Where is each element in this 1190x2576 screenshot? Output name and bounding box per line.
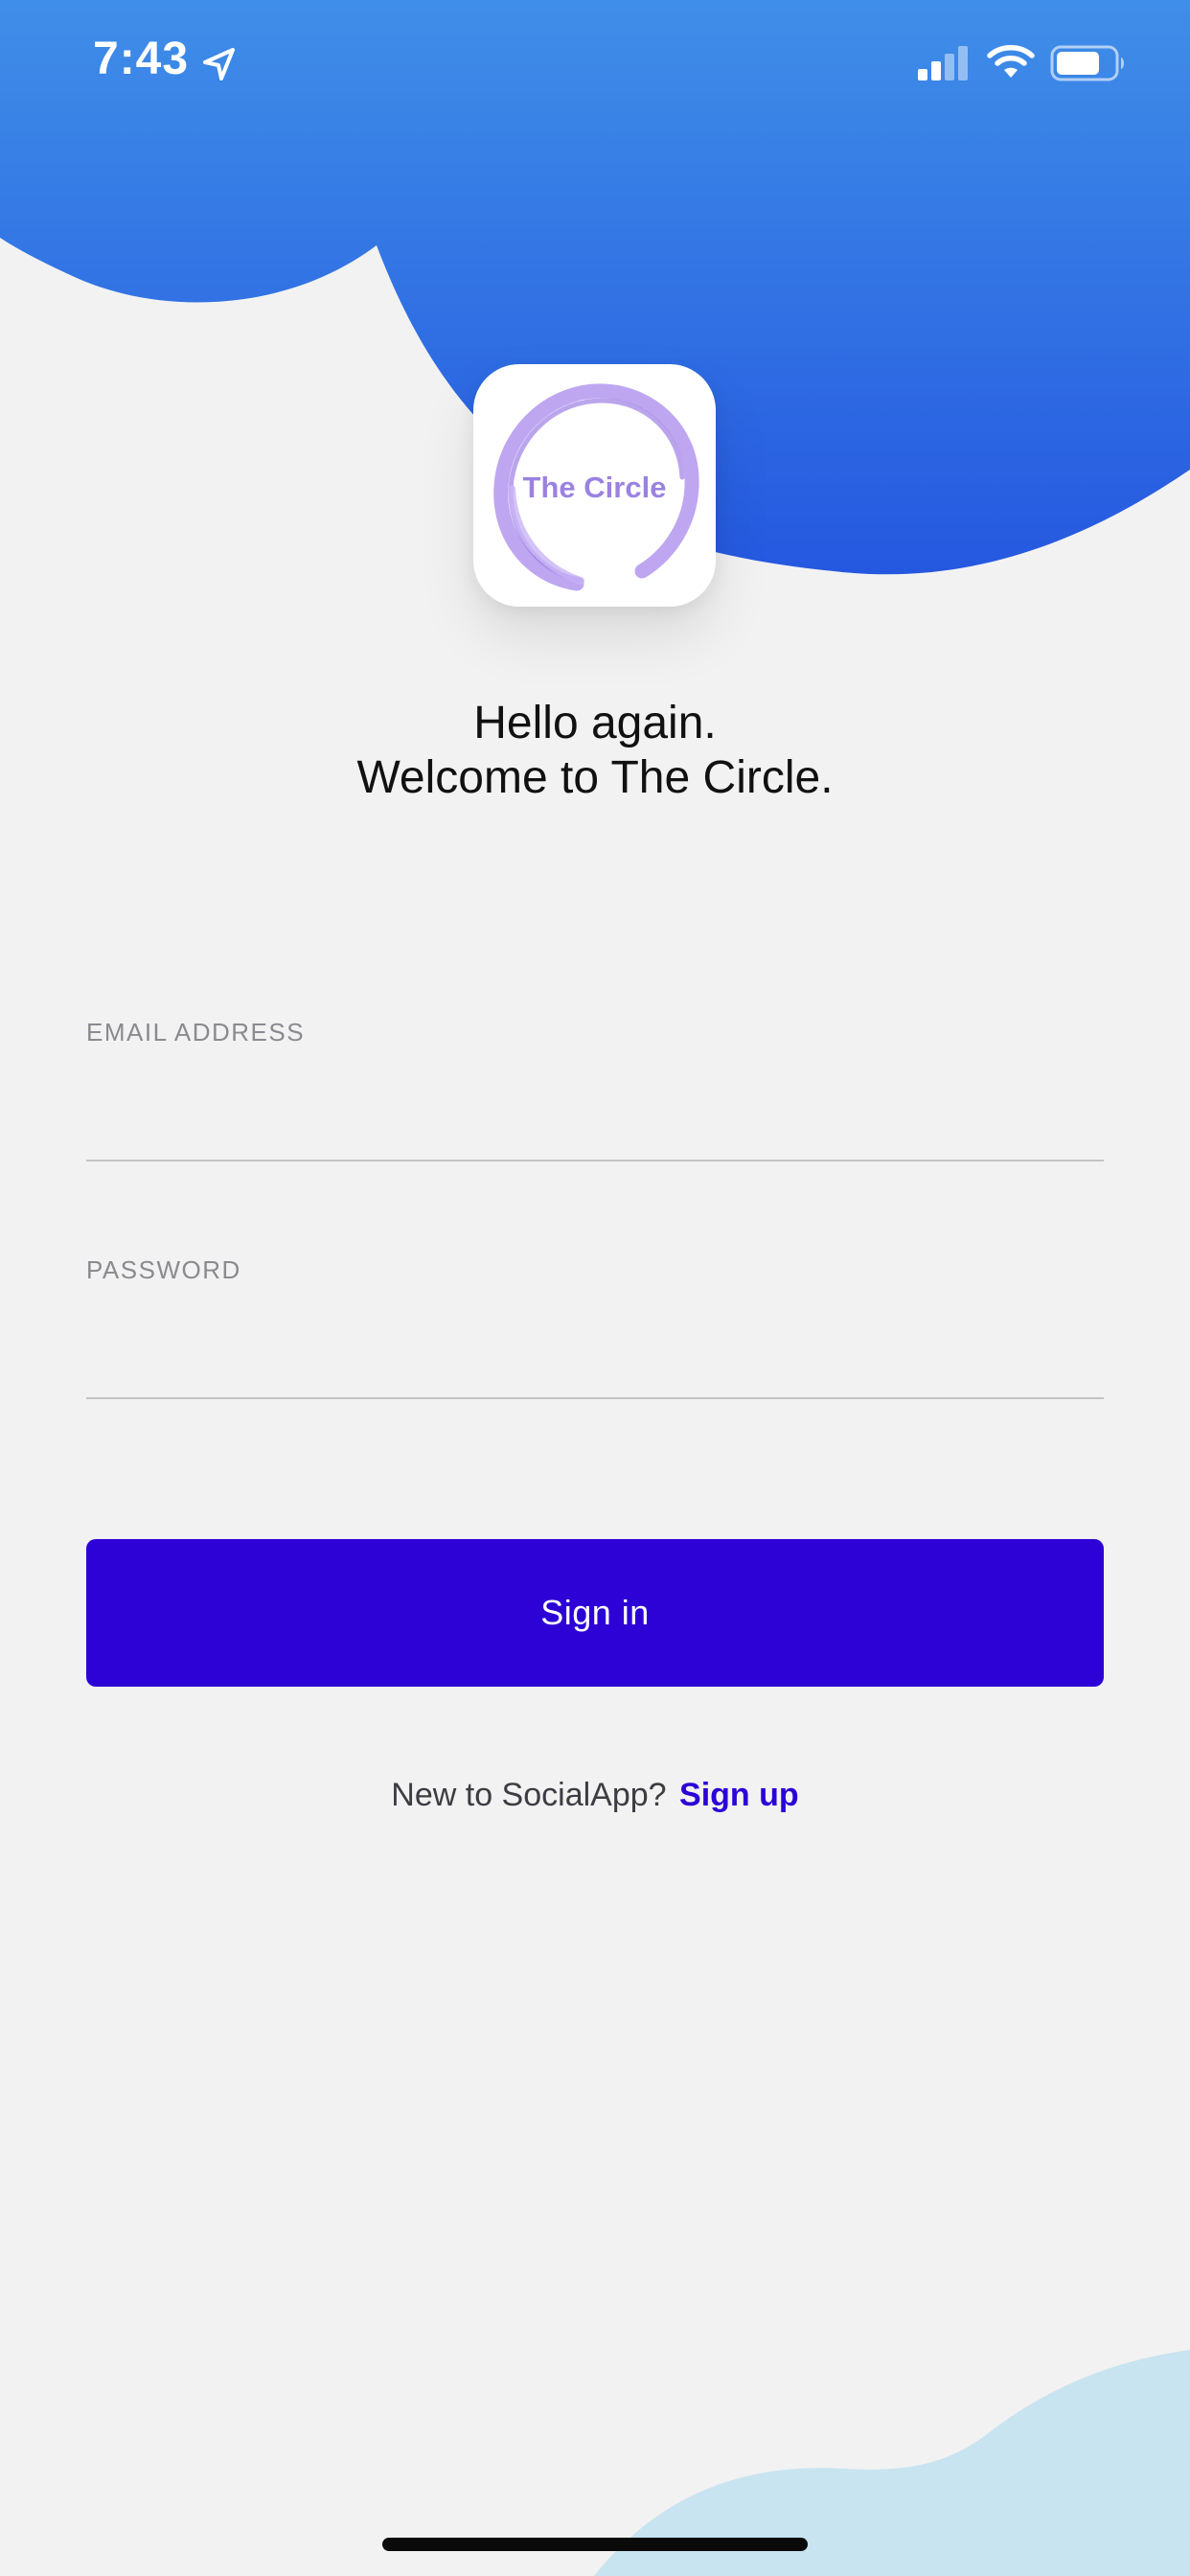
home-indicator[interactable] [382, 2538, 808, 2551]
location-arrow-icon [203, 48, 235, 80]
password-field[interactable] [86, 1340, 1104, 1399]
cellular-signal-icon [918, 46, 968, 80]
email-label: EMAIL ADDRESS [86, 1018, 306, 1046]
status-bar: 7:43 [0, 0, 1190, 134]
email-field[interactable] [86, 1102, 1104, 1162]
welcome-line-1: Hello again. [473, 698, 717, 748]
app-logo: The Circle [473, 364, 716, 607]
sign-up-row: New to SocialApp? Sign up [0, 1777, 1190, 1814]
password-label: PASSWORD [86, 1255, 241, 1284]
sign-up-prompt: New to SocialApp? [391, 1777, 667, 1813]
welcome-heading: Hello again. Welcome to The Circle. [0, 696, 1190, 805]
battery-icon [1050, 45, 1124, 81]
wifi-icon [987, 45, 1035, 78]
logo-text: The Circle [522, 471, 667, 504]
sign-up-link[interactable]: Sign up [679, 1777, 799, 1813]
sign-in-button[interactable]: Sign in [86, 1539, 1104, 1687]
welcome-line-2: Welcome to The Circle. [356, 752, 834, 803]
status-time: 7:43 [93, 34, 190, 84]
